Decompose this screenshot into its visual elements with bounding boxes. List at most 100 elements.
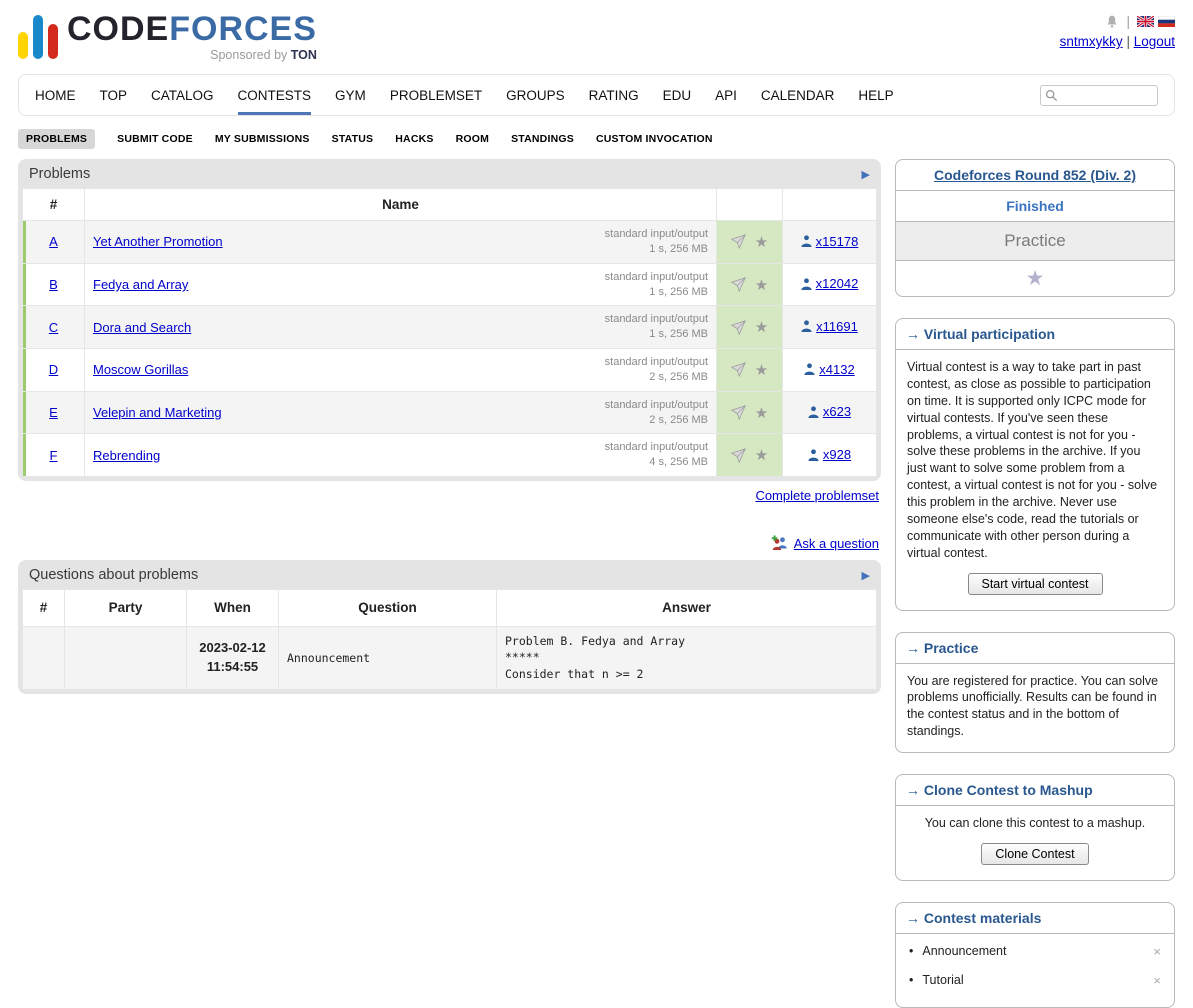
- subnav-submit-code[interactable]: SUBMIT CODE: [117, 133, 193, 145]
- question-party-cell: [65, 626, 187, 689]
- solved-count-link[interactable]: x11691: [801, 319, 858, 334]
- submit-plane-icon[interactable]: [731, 405, 746, 420]
- col-header-when: When: [187, 590, 279, 627]
- problem-name-link[interactable]: Velepin and Marketing: [93, 405, 222, 420]
- problem-name-link[interactable]: Fedya and Array: [93, 277, 188, 292]
- clone-contest-title: Clone Contest to Mashup: [924, 782, 1093, 798]
- flag-ru-icon[interactable]: [1158, 16, 1175, 27]
- table-row: 2023-02-12 11:54:55 Announcement Problem…: [23, 626, 877, 689]
- col-header-question: Question: [279, 590, 497, 627]
- favorite-star-icon[interactable]: ★: [755, 318, 768, 336]
- col-header-answer: Answer: [497, 590, 877, 627]
- material-announcement-link[interactable]: Announcement: [922, 944, 1006, 958]
- flag-uk-icon[interactable]: [1137, 16, 1154, 27]
- caption-arrow-icon[interactable]: ▶: [862, 168, 870, 181]
- col-header-q-index: #: [23, 590, 65, 627]
- submit-plane-icon[interactable]: [731, 320, 746, 335]
- subnav-room[interactable]: ROOM: [456, 133, 489, 145]
- subnav-hacks[interactable]: HACKS: [395, 133, 433, 145]
- subnav-custom-invocation[interactable]: CUSTOM INVOCATION: [596, 133, 713, 145]
- solved-count-link[interactable]: x4132: [804, 362, 854, 377]
- logo-bar-blue: [33, 15, 43, 59]
- submit-plane-icon[interactable]: [731, 277, 746, 292]
- virtual-participation-title: Virtual participation: [924, 326, 1055, 342]
- solved-count-link[interactable]: x928: [808, 447, 851, 462]
- favorite-star-icon[interactable]: ★: [755, 404, 768, 422]
- subnav-standings[interactable]: STANDINGS: [511, 133, 574, 145]
- material-tutorial-link[interactable]: Tutorial: [922, 973, 963, 987]
- problems-table: # Name A Yet Another Promotion standard …: [22, 188, 877, 477]
- contest-materials-title: Contest materials: [924, 910, 1041, 926]
- close-icon[interactable]: ×: [1153, 973, 1161, 988]
- col-header-index: #: [23, 189, 85, 221]
- nav-item-gym[interactable]: GYM: [335, 75, 366, 115]
- problem-letter-link[interactable]: D: [49, 362, 58, 377]
- bell-icon[interactable]: [1105, 14, 1119, 29]
- subnav-status[interactable]: STATUS: [332, 133, 374, 145]
- problem-name-link[interactable]: Yet Another Promotion: [93, 234, 223, 249]
- submit-plane-icon[interactable]: [731, 448, 746, 463]
- list-item: • Tutorial ×: [909, 966, 1161, 995]
- ask-question-link[interactable]: Ask a question: [794, 536, 879, 551]
- nav-item-groups[interactable]: GROUPS: [506, 75, 565, 115]
- problem-letter-link[interactable]: B: [49, 277, 58, 292]
- problem-letter-link[interactable]: A: [49, 234, 58, 249]
- favorite-star-icon[interactable]: ★: [755, 446, 768, 464]
- problem-name-link[interactable]: Dora and Search: [93, 320, 191, 335]
- caption-arrow-glyph: →: [906, 910, 920, 926]
- favorite-star-icon[interactable]: ★: [755, 233, 768, 251]
- nav-item-rating[interactable]: RATING: [589, 75, 639, 115]
- solved-count-link[interactable]: x15178: [801, 234, 859, 249]
- problem-limits: standard input/output4 s, 256 MB: [605, 440, 708, 470]
- nav-item-calendar[interactable]: CALENDAR: [761, 75, 835, 115]
- question-index-cell: [23, 626, 65, 689]
- nav-item-contests[interactable]: CONTESTS: [238, 75, 312, 115]
- complete-problemset-link[interactable]: Complete problemset: [755, 488, 879, 503]
- codeforces-logo[interactable]: CODEFORCES Sponsored by TON: [18, 12, 317, 62]
- nav-item-api[interactable]: API: [715, 75, 737, 115]
- problem-letter-link[interactable]: E: [49, 405, 58, 420]
- clone-contest-button[interactable]: Clone Contest: [981, 843, 1088, 865]
- person-icon: [801, 235, 812, 247]
- subnav-my-submissions[interactable]: MY SUBMISSIONS: [215, 133, 310, 145]
- problem-letter-link[interactable]: F: [50, 448, 58, 463]
- contest-info-box: Codeforces Round 852 (Div. 2) Finished P…: [895, 159, 1175, 297]
- problem-letter-link[interactable]: C: [49, 320, 58, 335]
- nav-item-edu[interactable]: EDU: [663, 75, 692, 115]
- person-icon: [808, 406, 819, 418]
- nav-item-problemset[interactable]: PROBLEMSET: [390, 75, 482, 115]
- start-virtual-contest-button[interactable]: Start virtual contest: [968, 573, 1103, 595]
- problem-name-link[interactable]: Rebrending: [93, 448, 160, 463]
- page-header: CODEFORCES Sponsored by TON | sntmxykky …: [0, 0, 1193, 64]
- nav-item-top[interactable]: TOP: [100, 75, 128, 115]
- table-row: C Dora and Search standard input/output1…: [23, 306, 877, 349]
- submit-plane-icon[interactable]: [731, 362, 746, 377]
- question-text-cell: Announcement: [279, 626, 497, 689]
- contest-star-icon[interactable]: ★: [896, 261, 1174, 296]
- solved-count-link[interactable]: x623: [808, 404, 851, 419]
- header-separator: |: [1126, 14, 1130, 29]
- problem-name-link[interactable]: Moscow Gorillas: [93, 362, 188, 377]
- solved-count-link[interactable]: x12042: [801, 276, 859, 291]
- virtual-participation-box: → Virtual participation Virtual contest …: [895, 318, 1175, 611]
- caption-arrow-icon[interactable]: ▶: [862, 569, 870, 582]
- logo-bar-yellow: [18, 32, 28, 59]
- favorite-star-icon[interactable]: ★: [755, 361, 768, 379]
- contest-title-link[interactable]: Codeforces Round 852 (Div. 2): [934, 167, 1136, 183]
- nav-item-help[interactable]: HELP: [858, 75, 893, 115]
- close-icon[interactable]: ×: [1153, 944, 1161, 959]
- favorite-star-icon[interactable]: ★: [755, 276, 768, 294]
- problem-limits: standard input/output2 s, 256 MB: [605, 398, 708, 428]
- submit-plane-icon[interactable]: [731, 234, 746, 249]
- person-icon: [801, 278, 812, 290]
- table-row: F Rebrending standard input/output4 s, 2…: [23, 434, 877, 477]
- subnav-problems[interactable]: PROBLEMS: [18, 129, 95, 149]
- username-link[interactable]: sntmxykky: [1060, 34, 1123, 49]
- nav-item-home[interactable]: HOME: [35, 75, 76, 115]
- nav-item-catalog[interactable]: CATALOG: [151, 75, 214, 115]
- col-header-party: Party: [65, 590, 187, 627]
- contest-materials-box: → Contest materials • Announcement × • T…: [895, 902, 1175, 1008]
- logout-link[interactable]: Logout: [1134, 34, 1175, 49]
- ask-question-icon: [771, 535, 788, 551]
- contest-subnav: PROBLEMS SUBMIT CODE MY SUBMISSIONS STAT…: [18, 129, 1175, 149]
